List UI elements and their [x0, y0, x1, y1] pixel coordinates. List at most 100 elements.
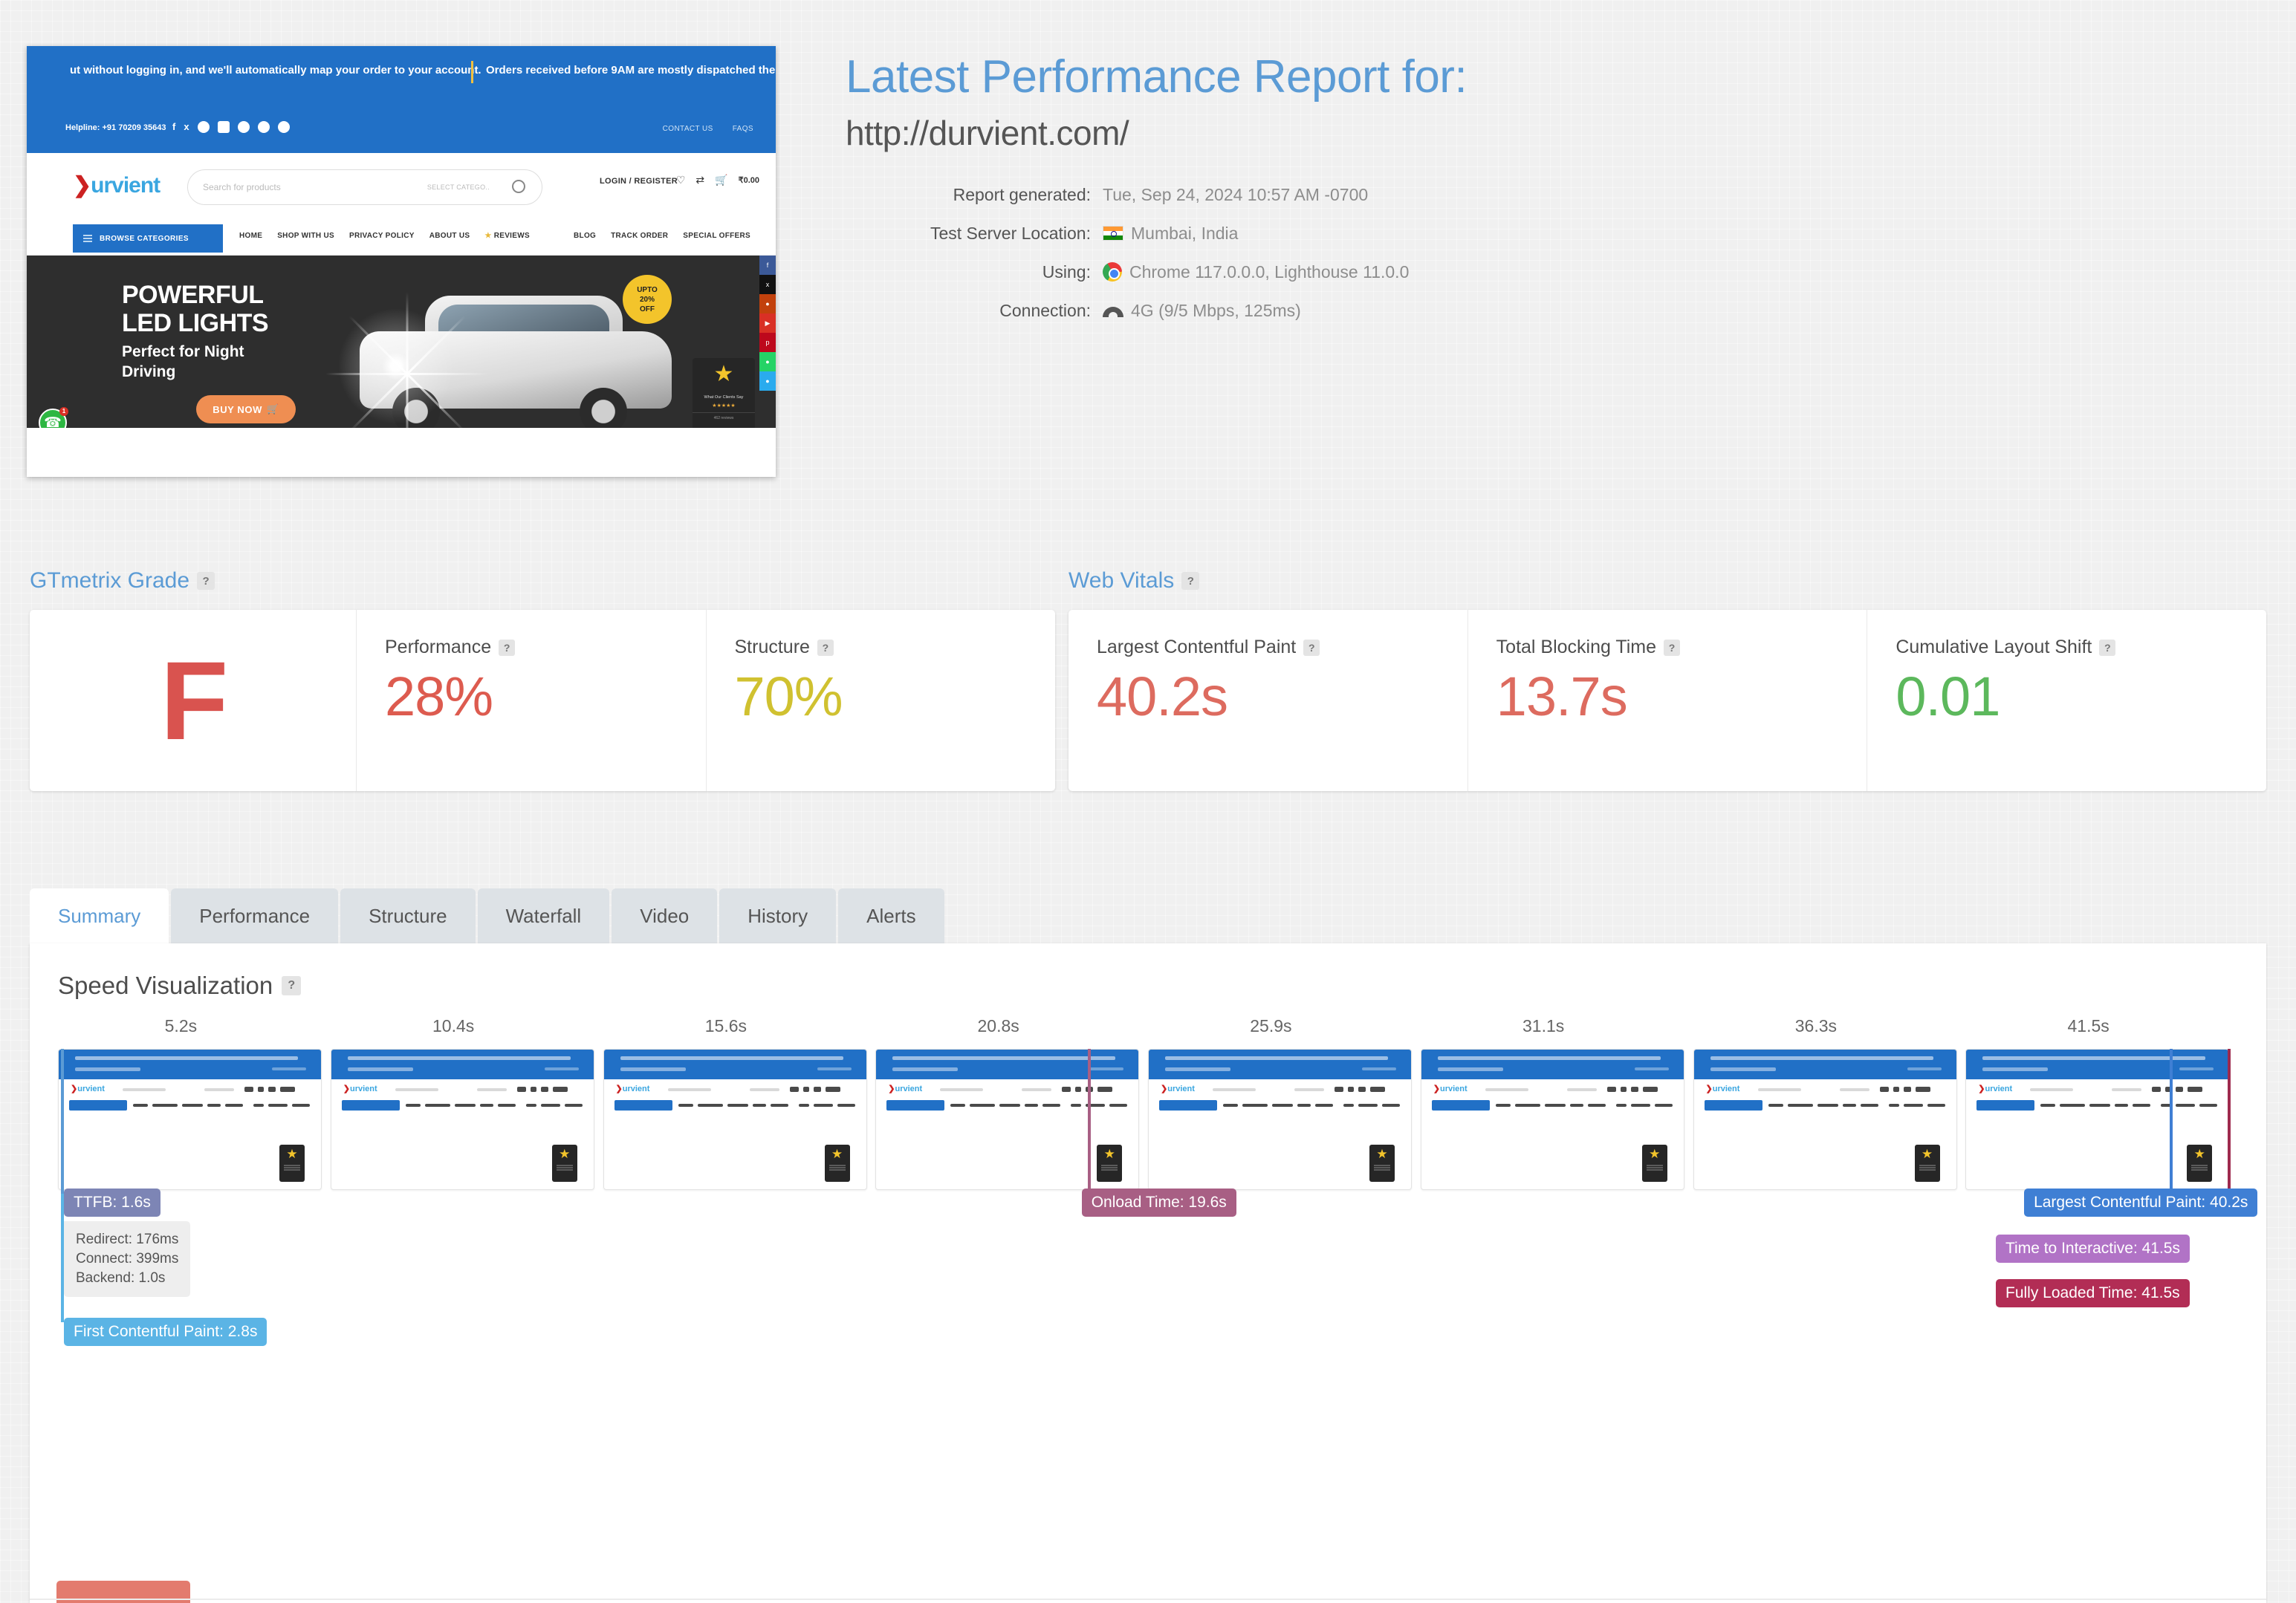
- meta-label-report-generated: Report generated:: [953, 185, 1091, 204]
- help-icon[interactable]: ?: [1181, 572, 1200, 590]
- page-title: Latest Performance Report for:: [846, 51, 1468, 103]
- thumb-faqs-link[interactable]: FAQS: [733, 125, 753, 133]
- filmstrip-frame[interactable]: ❯urvient ★: [1148, 1049, 1412, 1190]
- thumb-nav-links-right[interactable]: BLOG TRACK ORDER SPECIAL OFFERS: [574, 232, 750, 240]
- thumb-browse-categories-button[interactable]: BROWSE CATEGORIES: [73, 224, 223, 253]
- thumb-buy-now-button[interactable]: BUY NOW 🛒: [196, 395, 296, 423]
- facebook-icon[interactable]: f: [759, 256, 776, 275]
- thumb-nav-about-us[interactable]: ABOUT US: [429, 232, 470, 240]
- onload-time-badge[interactable]: Onload Time: 19.6s: [1081, 1189, 1236, 1217]
- filmstrip-frame[interactable]: ❯urvient ★: [875, 1049, 1140, 1190]
- fully-loaded-time-badge[interactable]: Fully Loaded Time: 41.5s: [1996, 1279, 2190, 1307]
- thumb-nav-links-left[interactable]: HOME SHOP WITH US PRIVACY POLICY ABOUT U…: [239, 232, 530, 240]
- filmstrip-frame[interactable]: ❯urvient ★: [1693, 1049, 1957, 1190]
- instagram-icon[interactable]: [197, 121, 210, 133]
- filmstrip-frame[interactable]: ❯urvient ★: [330, 1049, 594, 1190]
- thumb-nav-special-offers[interactable]: SPECIAL OFFERS: [683, 232, 750, 240]
- frame-logo: ❯urvient: [888, 1085, 923, 1093]
- thumb-nav-privacy-policy[interactable]: PRIVACY POLICY: [349, 232, 415, 240]
- thumb-login-register-link[interactable]: LOGIN / REGISTER: [600, 177, 678, 186]
- cls-value: 0.01: [1896, 666, 2000, 727]
- report-heading-block: Latest Performance Report for: http://du…: [846, 51, 1468, 337]
- help-icon[interactable]: ?: [197, 572, 215, 590]
- report-url[interactable]: http://durvient.com/: [846, 113, 1467, 153]
- thumb-nav-blog[interactable]: BLOG: [574, 232, 596, 240]
- help-icon[interactable]: ?: [499, 639, 516, 656]
- meta-row-using: Using: Chrome 117.0.0.0, Lighthouse 11.0…: [846, 260, 1467, 284]
- gtmetrix-grade-cards: F Performance ? 28% Structure ? 70%: [30, 610, 1055, 791]
- thumb-social-sidebar[interactable]: f x ● ▶ p ● ●: [759, 256, 776, 391]
- help-icon[interactable]: ?: [1303, 639, 1320, 656]
- filmstrip-frames: ❯urvient ★ ❯urvient ★ ❯urvient ★ ❯urvient ★ ❯urv…: [58, 1049, 2238, 1190]
- frame-header-bar: [1693, 1050, 1956, 1079]
- filmstrip-frame[interactable]: ❯urvient ★: [1965, 1049, 2230, 1190]
- frame-header-bar: [1421, 1050, 1684, 1079]
- speed-visualization-filmstrip: 5.2s 10.4s 15.6s 20.8s 25.9s 31.1s 36.3s 41.5s …: [58, 1016, 2258, 1346]
- frame-browse-button: [69, 1100, 127, 1111]
- linkedin-icon[interactable]: [217, 121, 230, 133]
- lcp-value: 40.2s: [1097, 666, 1228, 727]
- thumb-site-logo[interactable]: ❯urvient: [73, 172, 160, 198]
- tab-bar[interactable]: Summary Performance Structure Waterfall Vide…: [30, 888, 2266, 943]
- thumb-announcement-text-2: Orders received before 9AM are mostly di…: [486, 64, 776, 77]
- reddit-icon[interactable]: ●: [759, 294, 776, 313]
- help-icon[interactable]: ?: [1664, 639, 1681, 656]
- frame-browse-button: [1976, 1100, 2035, 1111]
- help-icon[interactable]: ?: [2099, 639, 2116, 656]
- whatsapp-icon[interactable]: ●: [759, 352, 776, 371]
- search-icon[interactable]: [512, 180, 525, 193]
- cart-icon[interactable]: 🛒: [715, 174, 727, 186]
- thumb-header-icons[interactable]: ♡ ⇄ 🛒 ₹0.00: [676, 174, 759, 186]
- ttfb-badge[interactable]: TTFB: 1.6s: [64, 1189, 160, 1217]
- tab-structure[interactable]: Structure: [340, 888, 476, 943]
- wishlist-heart-icon[interactable]: ♡: [676, 174, 686, 186]
- report-metadata-list: Report generated: Tue, Sep 24, 2024 10:5…: [846, 183, 1467, 322]
- help-icon[interactable]: ?: [282, 976, 302, 995]
- x-twitter-icon[interactable]: x: [759, 275, 776, 294]
- thumb-search-category[interactable]: SELECT CATEGO..: [427, 183, 490, 191]
- star-icon: ★: [713, 362, 734, 386]
- thumb-nav-shop-with-us[interactable]: SHOP WITH US: [277, 232, 334, 240]
- telegram-icon[interactable]: [277, 121, 290, 133]
- largest-contentful-paint-badge[interactable]: Largest Contentful Paint: 40.2s: [2024, 1189, 2258, 1217]
- tab-label: Performance: [199, 904, 311, 927]
- x-twitter-icon[interactable]: x: [184, 120, 189, 134]
- thumb-nav-home[interactable]: HOME: [239, 232, 262, 240]
- lcp-cell: Largest Contentful Paint ? 40.2s: [1068, 610, 1468, 791]
- thumb-contact-us-link[interactable]: CONTACT US: [663, 125, 713, 133]
- whatsapp-icon[interactable]: [257, 121, 270, 133]
- tab-waterfall[interactable]: Waterfall: [477, 888, 610, 943]
- frame-header-bar: [1966, 1050, 2229, 1079]
- pinterest-icon[interactable]: [237, 121, 250, 133]
- youtube-icon[interactable]: ▶: [759, 313, 776, 333]
- site-screenshot-thumbnail[interactable]: ut without logging in, and we'll automat…: [27, 46, 776, 477]
- filmstrip-frame[interactable]: ❯urvient ★: [1420, 1049, 1684, 1190]
- filmstrip-frame[interactable]: ❯urvient ★: [58, 1049, 322, 1190]
- thumb-nav-track-order[interactable]: TRACK ORDER: [611, 232, 668, 240]
- thumb-social-icons[interactable]: f x: [172, 120, 290, 134]
- thumb-announcement-separator: [471, 61, 473, 83]
- first-contentful-paint-badge[interactable]: First Contentful Paint: 2.8s: [64, 1318, 267, 1346]
- frame-review-widget: ★: [2187, 1145, 2213, 1182]
- tab-performance[interactable]: Performance: [171, 888, 339, 943]
- facebook-icon[interactable]: f: [172, 120, 175, 134]
- gtmetrix-grade-label: GTmetrix Grade: [30, 568, 190, 593]
- thumb-search-box[interactable]: Search for products SELECT CATEGO..: [187, 169, 542, 205]
- help-icon[interactable]: ?: [817, 639, 834, 656]
- tab-alerts[interactable]: Alerts: [838, 888, 944, 943]
- panel-divider: [30, 1599, 2266, 1600]
- meta-value-connection: 4G (9/5 Mbps, 125ms): [1103, 299, 1301, 322]
- time-to-interactive-badge[interactable]: Time to Interactive: 41.5s: [1996, 1235, 2190, 1263]
- tab-video[interactable]: Video: [612, 888, 718, 943]
- thumb-nav-reviews[interactable]: ★ REVIEWS: [484, 232, 530, 240]
- telegram-icon[interactable]: ●: [759, 371, 776, 391]
- compare-icon[interactable]: ⇄: [695, 174, 704, 186]
- frame-logo: ❯urvient: [343, 1085, 377, 1093]
- frame-header-bar: [331, 1050, 594, 1079]
- thumb-top-right-links[interactable]: CONTACT US FAQS: [663, 125, 753, 133]
- filmstrip-frame[interactable]: ❯urvient ★: [603, 1049, 867, 1190]
- tab-history[interactable]: History: [719, 888, 837, 943]
- tab-summary[interactable]: Summary: [30, 888, 169, 943]
- pinterest-icon[interactable]: p: [759, 333, 776, 352]
- tab-label: Video: [640, 904, 690, 927]
